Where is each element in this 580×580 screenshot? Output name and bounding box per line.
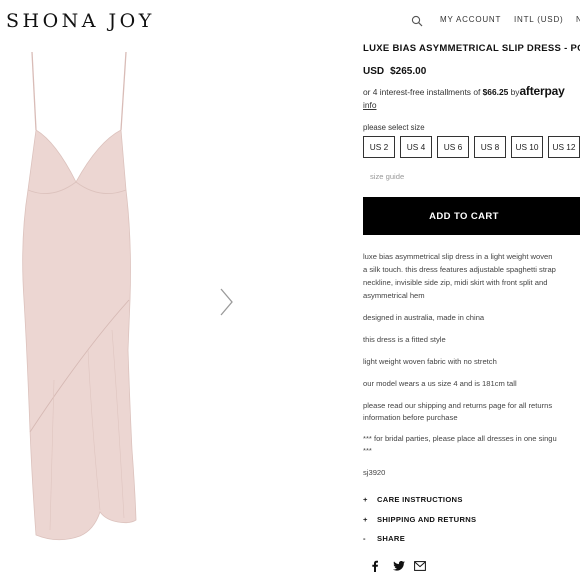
description-line: neckline, invisible side zip, midi skirt… (363, 278, 548, 287)
plus-icon: + (363, 495, 368, 504)
accordion-label: SHARE (377, 534, 406, 543)
price-amount: $265.00 (390, 66, 427, 77)
size-guide-link[interactable]: size guide (370, 172, 404, 181)
twitter-icon[interactable] (393, 561, 405, 571)
afterpay-logo: afterpay (519, 84, 565, 98)
plus-icon: + (363, 515, 368, 524)
description-line: this dress is a fitted style (363, 335, 446, 344)
accordion-care-instructions[interactable]: + CARE INSTRUCTIONS (363, 495, 463, 504)
accordion-share[interactable]: - SHARE (363, 534, 405, 543)
brand-logo[interactable]: SHONA JOY (6, 10, 155, 32)
currency-selector[interactable]: INTL (USD) (514, 15, 563, 24)
description-line: *** for bridal parties, please place all… (363, 434, 557, 443)
afterpay-text: or 4 interest-free installments of $66.2… (363, 84, 565, 98)
my-account-link[interactable]: MY ACCOUNT (440, 15, 501, 24)
afterpay-info-link[interactable]: info (363, 100, 377, 110)
facebook-icon[interactable] (371, 560, 379, 572)
description-line: designed in australia, made in china (363, 313, 485, 322)
accordion-shipping-returns[interactable]: + SHIPPING AND RETURNS (363, 515, 476, 524)
description-line: luxe bias asymmetrical slip dress in a l… (363, 252, 553, 261)
add-to-cart-button[interactable]: ADD TO CART (363, 197, 580, 235)
minus-icon: - (363, 534, 366, 543)
size-option-us8[interactable]: US 8 (474, 136, 506, 158)
description-line: our model wears a us size 4 and is 181cm… (363, 379, 517, 388)
afterpay-prefix: or 4 interest-free installments of (363, 87, 481, 97)
size-select-label: please select size (363, 123, 425, 132)
description-line: *** (363, 446, 372, 455)
description-line: information before purchase (363, 413, 458, 422)
nav-link-cut[interactable]: N (576, 15, 580, 24)
size-option-us10[interactable]: US 10 (511, 136, 543, 158)
product-price: USD $265.00 (363, 66, 426, 77)
mail-icon[interactable] (414, 561, 426, 571)
size-option-us6[interactable]: US 6 (437, 136, 469, 158)
description-line: asymmetrical hem (363, 291, 425, 300)
product-image[interactable] (14, 50, 142, 570)
accordion-label: SHIPPING AND RETURNS (377, 515, 477, 524)
product-title: LUXE BIAS ASYMMETRICAL SLIP DRESS - POI (363, 43, 580, 54)
price-currency: USD (363, 66, 385, 77)
description-line: light weight woven fabric with no stretc… (363, 357, 497, 366)
description-line: a silk touch. this dress features adjust… (363, 265, 556, 274)
product-sku: sj3920 (363, 468, 386, 477)
afterpay-amount: $66.25 (482, 87, 509, 97)
accordion-label: CARE INSTRUCTIONS (377, 495, 463, 504)
size-option-us12[interactable]: US 12 (548, 136, 580, 158)
chevron-right-icon[interactable] (216, 286, 236, 318)
size-option-us2[interactable]: US 2 (363, 136, 395, 158)
size-option-us4[interactable]: US 4 (400, 136, 432, 158)
search-icon[interactable] (411, 15, 423, 27)
